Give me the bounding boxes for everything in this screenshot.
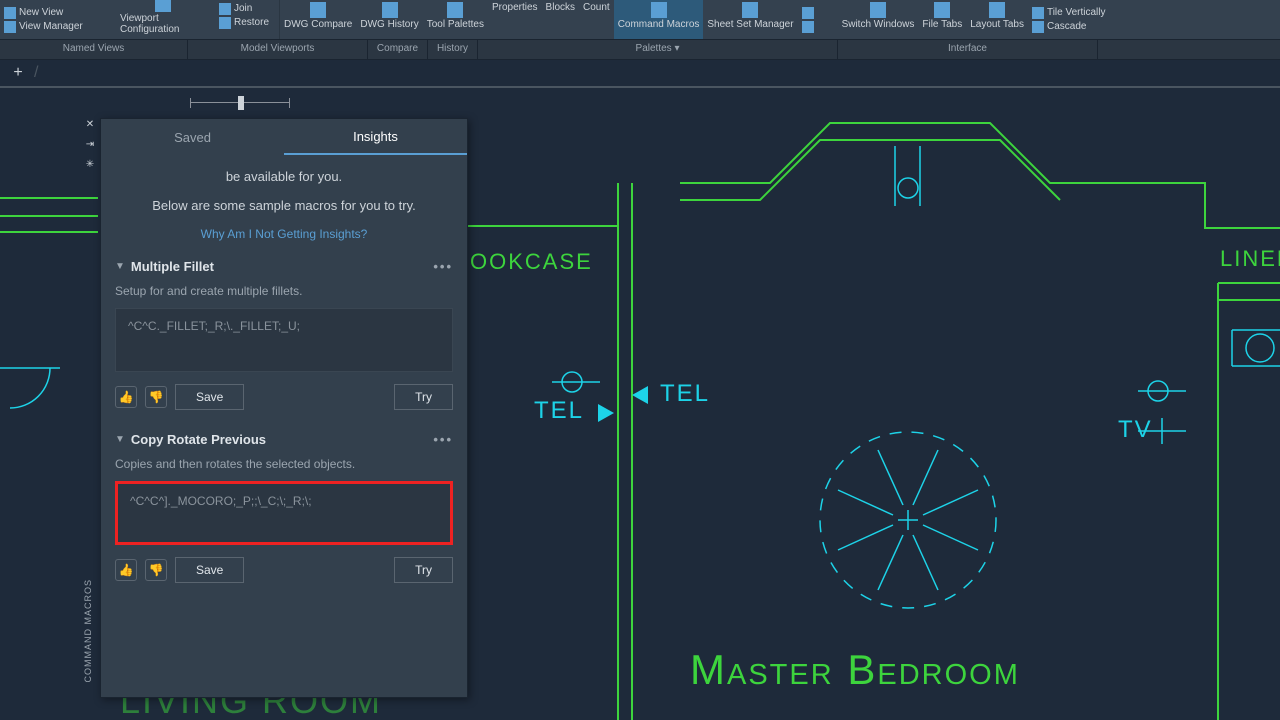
palette-icon-1[interactable] <box>802 7 834 19</box>
view-manager-icon <box>4 21 16 33</box>
more-icon[interactable]: ••• <box>433 432 453 447</box>
chevron-down-icon[interactable]: ▼ <box>115 261 125 272</box>
ribbon: New View View Manager Viewport Configura… <box>0 0 1280 40</box>
gear-icon[interactable]: ✳ <box>83 159 97 173</box>
macro-multiple-fillet: ▼ Multiple Fillet ••• Setup for and crea… <box>115 259 453 410</box>
macro-desc: Copies and then rotates the selected obj… <box>115 457 453 471</box>
tel-label-1: TEL <box>534 397 584 425</box>
add-tab-button[interactable]: + <box>8 63 28 83</box>
viewport-config-button[interactable]: Viewport Configuration <box>116 0 211 37</box>
macro-code-highlighted[interactable]: ^C^C^]._MOCORO;_P;;\_C;\;_R;\; <box>115 481 453 545</box>
tv-label: TV <box>1118 416 1153 444</box>
tab-saved[interactable]: Saved <box>101 119 284 155</box>
try-button[interactable]: Try <box>394 557 453 583</box>
command-macros-button[interactable]: Command Macros <box>614 0 704 39</box>
more-icon[interactable]: ••• <box>433 259 453 274</box>
new-view-button[interactable]: New View <box>4 7 106 19</box>
properties-button[interactable]: Properties <box>488 0 542 39</box>
pin-icon[interactable]: ⇥ <box>83 139 97 153</box>
tel-label-2: TEL <box>660 380 710 408</box>
thumbs-up-button[interactable]: 👍 <box>115 559 137 581</box>
panel-named-views[interactable]: Named Views <box>0 40 188 59</box>
tab-insights[interactable]: Insights <box>284 119 467 155</box>
thumbs-down-button[interactable]: 👎 <box>145 386 167 408</box>
master-bedroom-label: Master Bedroom <box>690 646 1020 694</box>
file-tabs-button[interactable]: File Tabs <box>918 0 966 39</box>
layout-tabs-button[interactable]: Layout Tabs <box>966 0 1028 39</box>
macro-copy-rotate: ▼ Copy Rotate Previous ••• Copies and th… <box>115 432 453 583</box>
cascade-button[interactable]: Cascade <box>1032 21 1134 33</box>
insights-help-link[interactable]: Why Am I Not Getting Insights? <box>115 227 453 241</box>
tool-palettes-button[interactable]: Tool Palettes <box>423 0 488 39</box>
thumbs-up-button[interactable]: 👍 <box>115 386 137 408</box>
intro-text-1: be available for you. <box>115 169 453 184</box>
join-button[interactable]: Join <box>219 3 269 15</box>
new-view-icon <box>4 7 16 19</box>
macro-title: Multiple Fillet <box>131 259 214 274</box>
panel-palettes[interactable]: Palettes ▾ <box>478 40 838 59</box>
bookcase-label: OOKCASE <box>470 249 593 275</box>
save-button[interactable]: Save <box>175 384 244 410</box>
intro-text-2: Below are some sample macros for you to … <box>115 198 453 213</box>
thumbs-down-button[interactable]: 👎 <box>145 559 167 581</box>
tab-bar: + / <box>0 60 1280 88</box>
macro-code[interactable]: ^C^C._FILLET;_R;\._FILLET;_U; <box>115 308 453 372</box>
try-button[interactable]: Try <box>394 384 453 410</box>
drawing-canvas[interactable]: OOKCASE TEL TEL TV LINER Master Bedroom … <box>0 88 1280 720</box>
palette-title: COMMAND MACROS <box>83 579 93 683</box>
panel-interface[interactable]: Interface <box>838 40 1098 59</box>
count-button[interactable]: Count <box>579 0 614 39</box>
dwg-compare-button[interactable]: DWG Compare <box>280 0 356 39</box>
macro-title: Copy Rotate Previous <box>131 432 266 447</box>
command-macros-palette: ✕ ⇥ ✳ COMMAND MACROS Saved Insights be a… <box>100 118 468 698</box>
palette-icon-2[interactable] <box>802 21 834 33</box>
save-button[interactable]: Save <box>175 557 244 583</box>
view-manager-button[interactable]: View Manager <box>4 21 106 33</box>
close-icon[interactable]: ✕ <box>83 119 97 133</box>
tile-vertically-button[interactable]: Tile Vertically <box>1032 7 1134 19</box>
macro-desc: Setup for and create multiple fillets. <box>115 284 453 298</box>
panel-labels: Named Views Model Viewports Compare Hist… <box>0 40 1280 60</box>
switch-windows-button[interactable]: Switch Windows <box>838 0 919 39</box>
chevron-down-icon[interactable]: ▼ <box>115 434 125 445</box>
liner-label: LINER <box>1220 246 1280 272</box>
sheet-set-button[interactable]: Sheet Set Manager <box>703 0 797 39</box>
panel-history[interactable]: History <box>428 40 478 59</box>
blocks-button[interactable]: Blocks <box>542 0 579 39</box>
dwg-history-button[interactable]: DWG History <box>356 0 422 39</box>
panel-compare[interactable]: Compare <box>368 40 428 59</box>
panel-model-viewports[interactable]: Model Viewports <box>188 40 368 59</box>
restore-button[interactable]: Restore <box>219 17 269 29</box>
